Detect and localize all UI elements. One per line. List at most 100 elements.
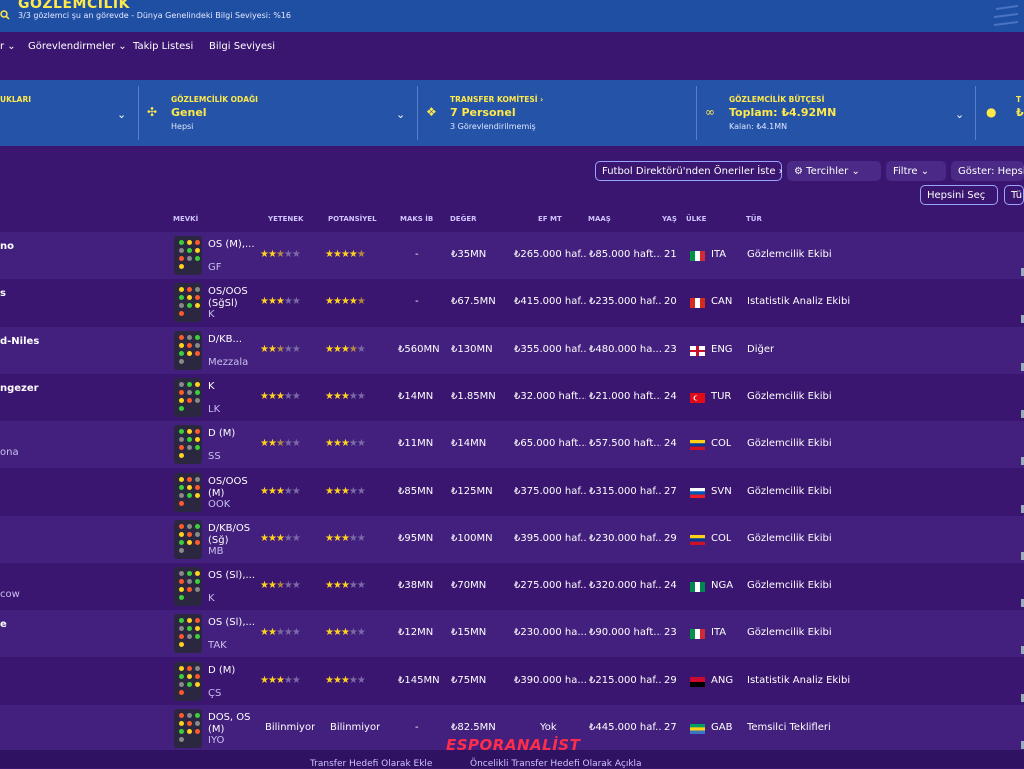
nav-item-shortlist[interactable]: Takip Listesi [133,41,193,52]
position-text: OS (M),... [208,239,255,250]
header-type[interactable]: TÜR [746,215,762,223]
role-text: İYO [208,735,225,746]
position-text: OS (Sl),... [208,570,256,582]
table-row[interactable]: no OS (M),... GF ★★★★★ ★★★★★ - ₺35MN ₺265.000 h… [0,232,1024,279]
search-icon [0,10,10,20]
flag-icon [690,392,705,403]
filter-scouting-focus[interactable]: ✣ GÖZLEMCİLİK ODAĞI Genel Hepsi ⌄ [139,80,417,146]
scout-type: Temsilci Teklifleri [747,722,831,733]
chevron-down-icon: ⌄ [117,108,127,121]
wage: ₺85.000 haft... [589,249,661,260]
toolbar-partial-button[interactable]: Tü [1004,185,1024,205]
header-max-fee[interactable]: MAKS İB [400,215,433,223]
value: ₺75MN [451,674,487,686]
player-name[interactable]: no [0,241,14,252]
gear-icon: ⚙ [794,166,803,177]
potential-stars: ★★★★★ [325,580,366,592]
player-name[interactable]: s [0,288,6,299]
potential-stars: ★★★★★ [325,674,366,686]
filter-transfer-committee[interactable]: ❖ TRANSFER KOMİTESİ › 7 Personel 3 Görev… [418,80,696,146]
age: 29 [664,532,677,544]
position-text: D/KB/OS (Sğ) [208,522,251,546]
nav-item-first[interactable]: r ⌄ [0,41,16,52]
preferences-button[interactable]: ⚙ Tercihler ⌄ [787,161,881,181]
potential-stars: ★★★★★ [325,627,366,639]
wage: ₺57.500 haft... [589,438,661,450]
table-row[interactable]: ngezer K LK ★★★★★ ★★★★★ ₺14MN ₺1.85MN ₺32.000 h… [0,374,1024,421]
age: 20 [664,296,677,308]
scout-type: Gözlemcilik Ekibi [747,580,832,592]
wage: ₺315.000 haf... [589,485,661,497]
menu-icon[interactable] [992,4,1020,28]
filter-first[interactable]: UKLARI ⌄ [0,80,138,146]
header-ef-mt[interactable]: EF MT [538,215,562,223]
player-name[interactable]: ngezer [0,383,39,394]
df-suggestions-button[interactable]: Futbol Direktörü'nden Öneriler İste › [595,161,783,181]
nav-item-assignments[interactable]: Görevlendirmeler ⌄ [28,41,127,52]
header-ability[interactable]: YETENEK [268,215,303,223]
potential-stars: ★★★★★ [325,296,366,308]
table-row[interactable]: e OS (Sl),... TAK ★★★★★ ★★★★★ ₺12MN ₺15MN ₺230.… [0,610,1024,658]
scout-type: Diğer [747,343,775,355]
filter-button[interactable]: Filtre ⌄ [886,161,946,181]
header-age[interactable]: YAŞ [662,215,677,223]
ability-stars: ★★★★★ [260,485,301,497]
ef-mt: ₺230.000 ha... [514,627,586,639]
flag-icon [690,676,705,687]
select-all-button[interactable]: Hepsini Seç [920,185,998,205]
table-row[interactable]: D (M) ÇS ★★★★★ ★★★★★ ₺145MN ₺75MN ₺390.000 ha.… [0,658,1024,705]
position-text: OS/OOS (M) [208,475,248,499]
header-wage[interactable]: MAAŞ [588,215,611,223]
filter-last[interactable]: ● T ₺ [976,80,1024,146]
max-fee: - [415,722,419,733]
header-position[interactable]: MEVKİ [173,215,198,223]
filter-scouting-budget[interactable]: ∞ GÖZLEMCİLİK BÜTÇESİ Toplam: ₺4.92MN Ka… [697,80,975,146]
header-value[interactable]: DEĞER [450,215,477,223]
scout-type: Gözlemcilik Ekibi [747,485,832,497]
ability-stars: ★★★★★ [260,532,301,544]
header-potential[interactable]: POTANSİYEL [328,215,377,223]
nav-item-knowledge[interactable]: Bilgi Seviyesi [209,41,275,52]
header-nation[interactable]: ÜLKE [686,215,706,223]
age: 24 [664,438,677,450]
ef-mt: ₺65.000 haft... [514,438,586,450]
flag-icon [690,251,705,261]
table-row[interactable]: OS/OOS (M) OOK ★★★★★ ★★★★★ ₺85MN ₺125MN ₺375.0… [0,469,1024,516]
wage: ₺320.000 haf... [589,580,661,592]
position-pitch-icon [174,661,202,701]
ability-stars: ★★★★★ [260,296,301,308]
table-row[interactable]: d-Niles D/KB... Mezzala ★★★★★ ★★★★★ ₺560MN ₺13… [0,326,1024,374]
position-text: D (M) [208,664,236,676]
flag-icon [690,629,705,640]
flag-icon [690,345,705,356]
ability-stars: ★★★★★ [260,580,301,592]
wage: ₺230.000 haf... [589,532,661,544]
value: ₺15MN [451,627,487,639]
table-row[interactable]: cow OS (Sl),... K ★★★★★ ★★★★★ ₺38MN ₺70MN ₺275.… [0,563,1024,610]
ef-mt: ₺275.000 haf... [514,580,586,592]
role-text: TAK [208,640,227,652]
max-fee: ₺11MN [398,438,434,450]
nation-code: CAN [711,296,733,308]
ef-mt: ₺32.000 haft... [514,390,586,402]
nation-code: COL [711,532,732,544]
ef-mt: ₺265.000 haf... [514,249,586,260]
ability-text: Bilinmiyor [265,722,316,733]
player-name[interactable]: e [0,619,7,630]
table-row[interactable]: ona D (M) SS ★★★★★ ★★★★★ ₺11MN ₺14MN ₺65.000 ha… [0,421,1024,469]
role-text: GF [208,262,222,273]
max-fee: - [415,249,419,260]
table-row[interactable]: s OS/OOS (SğSl) K ★★★★★ ★★★★★ - ₺67.5MN ₺415.00… [0,279,1024,326]
table-row[interactable]: D/KB/OS (Sğ) MB ★★★★★ ★★★★★ ₺95MN ₺100MN ₺395.… [0,515,1024,563]
role-text: K [208,593,215,605]
nation-code: ENG [711,343,733,355]
value: ₺130MN [451,343,493,355]
ability-stars: ★★★★★ [260,390,301,402]
wage: ₺445.000 haf... [589,722,661,733]
value: ₺14MN [451,438,487,450]
value: ₺70MN [451,580,487,592]
show-select[interactable]: Göster: Hepsi [951,161,1024,181]
max-fee: ₺14MN [398,390,434,402]
position-pitch-icon [174,236,202,275]
player-name[interactable]: d-Niles [0,336,39,347]
